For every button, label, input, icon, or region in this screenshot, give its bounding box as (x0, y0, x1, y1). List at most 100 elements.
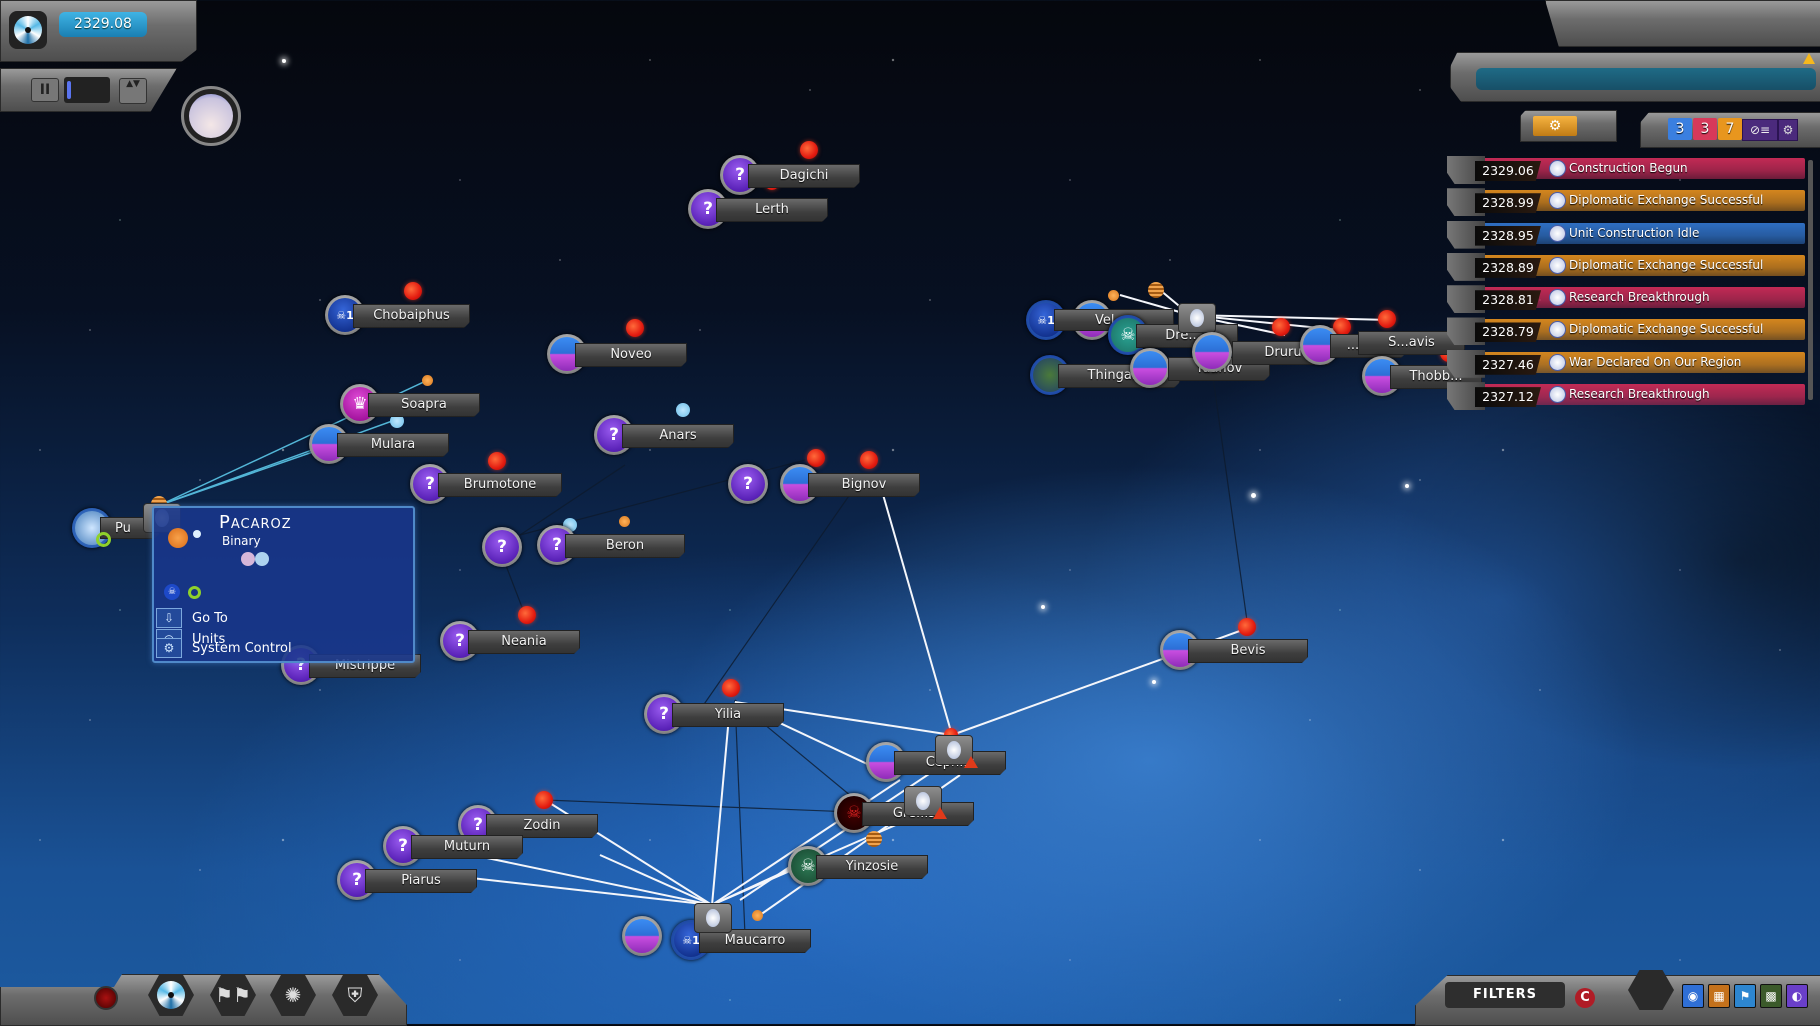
notification-label: Construction Begun (1569, 161, 1688, 175)
star-red (518, 606, 536, 624)
research-button[interactable]: ⚙ (1520, 110, 1617, 142)
notification-label: Diplomatic Exchange Successful (1569, 193, 1764, 208)
gears-icon: ⚙ (1533, 116, 1577, 136)
advisor-icon (1549, 353, 1566, 371)
game-date: 2329.08 (59, 12, 147, 37)
date-panel: 2329.08 (0, 0, 197, 62)
alert-warning-icon[interactable] (1803, 53, 1815, 64)
star-red (1378, 310, 1396, 328)
notification-item[interactable]: 2329.06 Construction Begun (1447, 156, 1805, 184)
notification-item[interactable]: 2328.81 Research Breakthrough (1447, 285, 1805, 314)
player-fleet[interactable] (1178, 303, 1216, 333)
notification-time: 2328.79 (1475, 322, 1541, 343)
system-label: Brumotone (438, 473, 562, 497)
system-label: Bevis (1188, 639, 1308, 663)
notification-label: Research Breakthrough (1569, 387, 1710, 402)
alien-faction-icon: ☠ (164, 584, 180, 600)
notification-item[interactable]: 2328.99 Diplomatic Exchange Successful (1447, 188, 1805, 217)
player-fleet[interactable] (694, 903, 732, 933)
galaxy-swirl-icon (157, 981, 185, 1009)
notification-time: 2327.12 (1475, 387, 1541, 408)
system-label: Yilia (672, 703, 784, 727)
fleet-under-attack[interactable] (904, 786, 947, 819)
system-label: Soapra (368, 393, 480, 417)
unexplored-icon: ? (731, 467, 765, 501)
tooltip-goto[interactable]: ⇩ Go To (156, 608, 228, 628)
lane (711, 704, 731, 906)
planet-icon (255, 552, 269, 566)
counter-red[interactable]: 3 (1693, 118, 1717, 140)
notification-scrollbar[interactable] (1808, 160, 1813, 400)
game-speed-panel: II ▲▼ (0, 68, 177, 112)
system-label: Noveo (575, 343, 687, 367)
star-red (722, 679, 740, 697)
message-bar (1476, 68, 1816, 90)
filter-empire-button[interactable]: ◐ (1786, 984, 1808, 1008)
notification-list: 2329.06 Construction Begun 2328.99 Diploma… (1447, 156, 1805, 414)
notification-time: 2327.46 (1475, 354, 1541, 375)
system-label: Mulara (337, 433, 449, 457)
star-habitable (1148, 282, 1164, 298)
star-red (860, 451, 878, 469)
counter-orange[interactable]: 7 (1718, 118, 1742, 140)
notification-label: War Declared On Our Region (1569, 354, 1742, 369)
warning-icon (933, 807, 947, 819)
notification-label: Diplomatic Exchange Successful (1569, 257, 1764, 272)
system-orb: ? (482, 527, 522, 567)
notification-item[interactable]: 2327.12 Research Breakthrough (1447, 382, 1805, 411)
system-label: Beron (565, 534, 685, 558)
notification-time: 2328.99 (1475, 193, 1541, 214)
notification-item[interactable]: 2328.95 Unit Construction Idle (1447, 220, 1805, 249)
diplomacy-button[interactable]: ⊘≡ (1742, 119, 1778, 141)
star-orange (619, 516, 630, 527)
system-label: Anars (622, 424, 734, 448)
counter-blue[interactable]: 3 (1668, 118, 1692, 140)
player-avatar[interactable] (181, 86, 241, 146)
star-red (807, 449, 825, 467)
filter-grid-button[interactable]: ▩ (1760, 984, 1782, 1008)
notification-item[interactable]: 2328.79 Diplomatic Exchange Successful (1447, 317, 1805, 346)
filters-button[interactable]: FILTERS (1445, 982, 1565, 1008)
speed-stepper[interactable]: ▲▼ (119, 78, 147, 104)
star-red (1238, 618, 1256, 636)
star-red (488, 452, 506, 470)
down-arrow-icon: ⇩ (156, 608, 182, 628)
lane (159, 445, 331, 506)
lane (1211, 369, 1249, 629)
system-tooltip: Pacaroz Binary ☠ ⇩Go To ◎Units ⚙System C… (152, 506, 415, 663)
notification-time: 2328.81 (1475, 290, 1541, 311)
filter-planets-button[interactable]: ◉ (1682, 984, 1704, 1008)
owned-ring-icon (188, 586, 201, 599)
star-orange (422, 375, 433, 386)
notification-item[interactable]: 2328.89 Diplomatic Exchange Successful (1447, 252, 1805, 281)
system-control-icon: ⚙ (156, 638, 182, 658)
system-label: Zodin (486, 814, 598, 838)
primary-star-icon (168, 528, 188, 548)
star-orange (752, 910, 763, 921)
record-button[interactable] (94, 986, 118, 1010)
star-red (535, 791, 553, 809)
system-label: Lerth (716, 198, 828, 222)
system-label: Chobaiphus (353, 304, 470, 328)
reset-filters-button[interactable]: C (1575, 988, 1595, 1008)
filter-territory-button[interactable]: ⚑ (1734, 984, 1756, 1008)
pause-button[interactable]: II (31, 78, 59, 102)
settings-gear-icon[interactable]: ⚙ (1778, 119, 1798, 141)
planet-icon (241, 552, 255, 566)
filter-resources-button[interactable]: ▦ (1708, 984, 1730, 1008)
status-counters: 3 3 7 ⊘≡ ⚙ (1640, 112, 1820, 148)
star-red (404, 282, 422, 300)
warning-icon (964, 756, 978, 768)
advisor-icon (1549, 224, 1566, 242)
star-type: Binary (222, 534, 261, 548)
galaxy-menu-button[interactable] (9, 11, 47, 49)
notification-time: 2328.89 (1475, 257, 1541, 278)
fleet-under-attack[interactable] (935, 735, 978, 768)
star-red (1272, 318, 1290, 336)
advisor-icon (1549, 256, 1566, 274)
star-blue (676, 403, 690, 417)
tooltip-system-control[interactable]: ⚙ System Control (156, 638, 292, 658)
star-habitable (866, 831, 882, 847)
notification-item[interactable]: 2327.46 War Declared On Our Region (1447, 349, 1805, 378)
ufo-faction-icon (1195, 335, 1229, 369)
